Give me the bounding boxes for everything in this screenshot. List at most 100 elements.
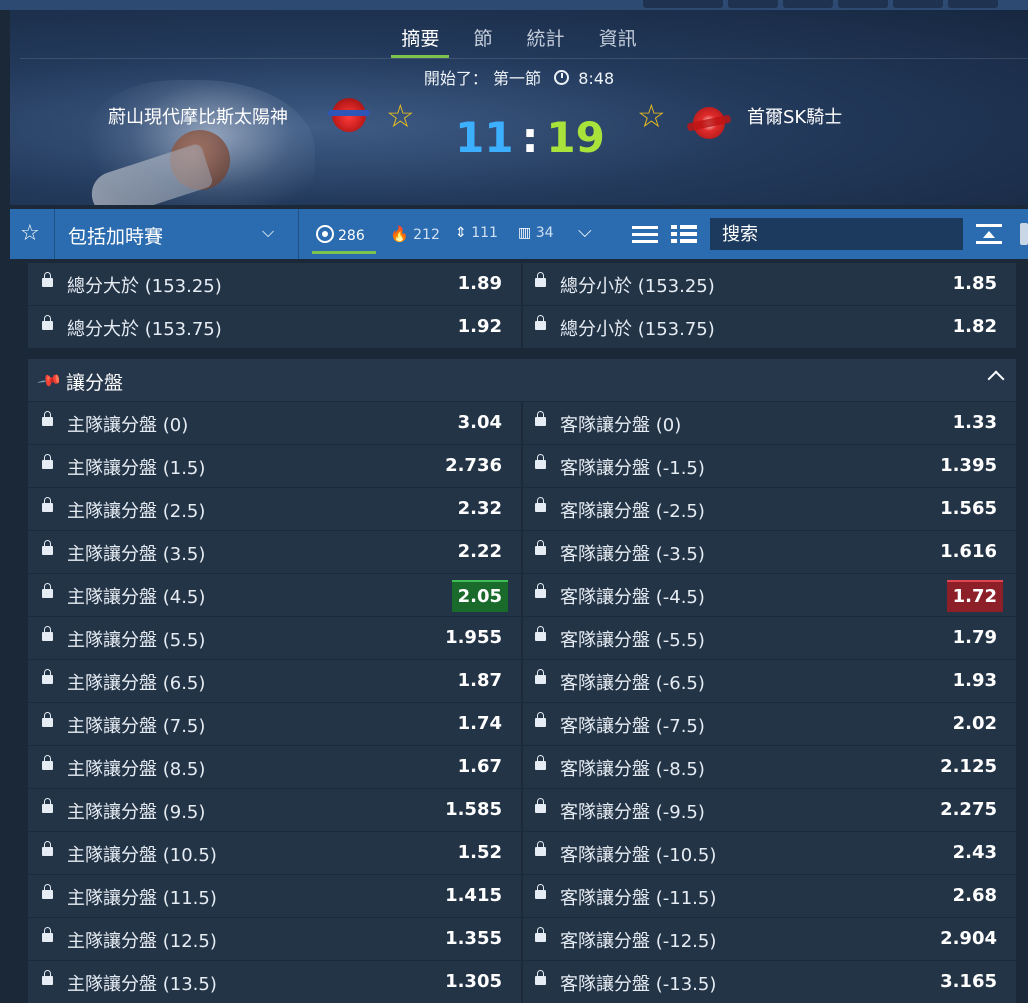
odds-cell[interactable]: 主隊讓分盤 (2.5) 2.32 xyxy=(28,488,521,530)
favorite-home-star-icon[interactable]: ☆ xyxy=(386,100,415,132)
tab-stats[interactable]: 統計 xyxy=(523,26,569,58)
selection-label: 客隊讓分盤 (-1.5) xyxy=(560,458,705,479)
selection-label: 主隊讓分盤 (12.5) xyxy=(67,931,217,952)
market-header[interactable]: 📌 讓分盤 xyxy=(28,359,1016,402)
odds-cell[interactable]: 主隊讓分盤 (10.5) 1.52 xyxy=(28,832,521,874)
filter-over-under[interactable]: ⇕ 111 xyxy=(455,225,498,241)
selection-label: 主隊讓分盤 (5.5) xyxy=(67,630,206,651)
odds-cell[interactable]: 主隊讓分盤 (8.5) 1.67 xyxy=(28,746,521,788)
pin-toolbar-icon[interactable] xyxy=(1020,223,1028,245)
odds-cell[interactable]: 客隊讓分盤 (-4.5) 1.72 xyxy=(523,574,1016,616)
odds-value: 2.43 xyxy=(952,842,997,863)
selection-label: 客隊讓分盤 (-6.5) xyxy=(560,673,705,694)
odds-cell[interactable]: 主隊讓分盤 (1.5) 2.736 xyxy=(28,445,521,487)
filter-all[interactable]: 286 xyxy=(316,225,365,244)
odds-cell[interactable]: 客隊讓分盤 (-9.5) 2.275 xyxy=(523,789,1016,831)
odds-value: 1.79 xyxy=(952,627,997,648)
odds-cell[interactable]: 客隊讓分盤 (-6.5) 1.93 xyxy=(523,660,1016,702)
odds-cell[interactable]: 主隊讓分盤 (9.5) 1.585 xyxy=(28,789,521,831)
selection-label: 客隊讓分盤 (-10.5) xyxy=(560,845,717,866)
odds-cell[interactable]: 主隊讓分盤 (11.5) 1.415 xyxy=(28,875,521,917)
pin-icon[interactable]: 📌 xyxy=(36,367,63,394)
odds-cell[interactable]: 主隊讓分盤 (3.5) 2.22 xyxy=(28,531,521,573)
odds-value-up: 2.05 xyxy=(451,580,508,612)
odds-cell[interactable]: 客隊讓分盤 (-3.5) 1.616 xyxy=(523,531,1016,573)
odds-cell[interactable]: 總分小於 (153.25) 1.85 xyxy=(523,263,1016,305)
filter-over-under-count: 111 xyxy=(471,225,498,241)
odds-cell[interactable]: 客隊讓分盤 (-1.5) 1.395 xyxy=(523,445,1016,487)
period-select[interactable]: 包括加時賽 xyxy=(68,222,163,249)
match-tabs: 摘要 節 統計 資訊 xyxy=(10,26,1028,58)
list-view-icon[interactable] xyxy=(632,224,658,244)
collapse-all-icon[interactable] xyxy=(976,222,1002,246)
odds-cell[interactable]: 客隊讓分盤 (-10.5) 2.43 xyxy=(523,832,1016,874)
odds-value: 2.02 xyxy=(952,713,997,734)
odds-cell[interactable]: 主隊讓分盤 (6.5) 1.87 xyxy=(28,660,521,702)
lock-icon xyxy=(42,669,53,684)
filter-popular[interactable]: 🔥 212 xyxy=(390,225,440,243)
odds-cell[interactable]: 主隊讓分盤 (0) 3.04 xyxy=(28,402,521,444)
home-team-name: 蔚山現代摩比斯太陽神 xyxy=(108,107,288,128)
odds-cell[interactable]: 總分小於 (153.75) 1.82 xyxy=(523,306,1016,348)
handicap-market: 📌 讓分盤 主隊讓分盤 (0) 3.04 客隊讓分盤 (0) 1.33 主隊讓分盤 (1… xyxy=(28,359,1016,1003)
odds-cell[interactable]: 主隊讓分盤 (5.5) 1.955 xyxy=(28,617,521,659)
lock-icon xyxy=(535,411,546,426)
top-nav-strip xyxy=(0,0,1028,10)
odds-cell[interactable]: 總分大於 (153.25) 1.89 xyxy=(28,263,521,305)
odds-cell[interactable]: 客隊讓分盤 (0) 1.33 xyxy=(523,402,1016,444)
selection-label: 主隊讓分盤 (8.5) xyxy=(67,759,206,780)
odds-cell[interactable]: 客隊讓分盤 (-8.5) 2.125 xyxy=(523,746,1016,788)
favorites-star-icon[interactable]: ☆ xyxy=(20,221,40,246)
lock-icon xyxy=(42,272,53,287)
top-nav-segment[interactable] xyxy=(728,0,778,8)
selection-label: 主隊讓分盤 (6.5) xyxy=(67,673,206,694)
top-nav-segment[interactable] xyxy=(893,0,943,8)
selection-label: 主隊讓分盤 (0) xyxy=(67,415,189,436)
lock-icon xyxy=(42,540,53,555)
away-team-name: 首爾SK騎士 xyxy=(747,107,843,128)
lock-icon xyxy=(42,626,53,641)
lock-icon xyxy=(42,454,53,469)
lock-icon xyxy=(535,669,546,684)
odds-cell[interactable]: 主隊讓分盤 (13.5) 1.305 xyxy=(28,961,521,1003)
selection-label: 主隊讓分盤 (10.5) xyxy=(67,845,217,866)
selection-label: 總分大於 (153.75) xyxy=(67,319,222,340)
filter-stats[interactable]: ▥ 34 xyxy=(518,225,554,241)
tab-info[interactable]: 資訊 xyxy=(595,26,641,58)
lock-icon xyxy=(535,884,546,899)
search-input[interactable] xyxy=(710,218,963,250)
odds-value: 2.736 xyxy=(445,455,502,476)
odds-value: 1.85 xyxy=(952,273,997,294)
home-team-logo xyxy=(328,98,370,132)
odds-cell[interactable]: 客隊讓分盤 (-11.5) 2.68 xyxy=(523,875,1016,917)
odds-cell[interactable]: 總分大於 (153.75) 1.92 xyxy=(28,306,521,348)
odds-value: 2.125 xyxy=(940,756,997,777)
odds-cell[interactable]: 主隊讓分盤 (4.5) 2.05 xyxy=(28,574,521,616)
lock-icon xyxy=(42,497,53,512)
odds-cell[interactable]: 客隊讓分盤 (-5.5) 1.79 xyxy=(523,617,1016,659)
tab-summary[interactable]: 摘要 xyxy=(391,26,450,58)
odds-cell[interactable]: 客隊讓分盤 (-7.5) 2.02 xyxy=(523,703,1016,745)
odds-cell[interactable]: 主隊讓分盤 (12.5) 1.355 xyxy=(28,918,521,960)
tab-periods[interactable]: 節 xyxy=(469,26,496,58)
selection-label: 客隊讓分盤 (-4.5) xyxy=(560,587,705,608)
top-nav-segment[interactable] xyxy=(643,0,723,8)
odds-cell[interactable]: 主隊讓分盤 (7.5) 1.74 xyxy=(28,703,521,745)
target-icon xyxy=(316,225,334,243)
status-prefix: 開始了： xyxy=(423,69,488,88)
odds-value: 1.585 xyxy=(445,799,502,820)
favorite-away-star-icon[interactable]: ☆ xyxy=(637,100,666,132)
totals-market: 總分大於 (153.25) 1.89 總分小於 (153.25) 1.85 總分… xyxy=(28,263,1016,348)
top-nav-segment[interactable] xyxy=(838,0,888,8)
chevron-down-icon[interactable]: ⌵ xyxy=(262,222,274,242)
grid-view-icon[interactable] xyxy=(671,224,697,244)
top-nav-segment[interactable] xyxy=(783,0,833,8)
chevron-up-icon[interactable] xyxy=(987,370,1005,388)
odds-cell[interactable]: 客隊讓分盤 (-13.5) 3.165 xyxy=(523,961,1016,1003)
match-header: 摘要 節 統計 資訊 開始了： 第一節 8:48 蔚山現代摩比斯太陽神 ☆ 11… xyxy=(10,10,1028,205)
odds-cell[interactable]: 客隊讓分盤 (-12.5) 2.904 xyxy=(523,918,1016,960)
odds-cell[interactable]: 客隊讓分盤 (-2.5) 1.565 xyxy=(523,488,1016,530)
top-nav-segment[interactable] xyxy=(948,0,998,8)
filters-chevron-down-icon[interactable]: ⌵ xyxy=(578,221,592,242)
selection-label: 總分大於 (153.25) xyxy=(67,276,222,297)
